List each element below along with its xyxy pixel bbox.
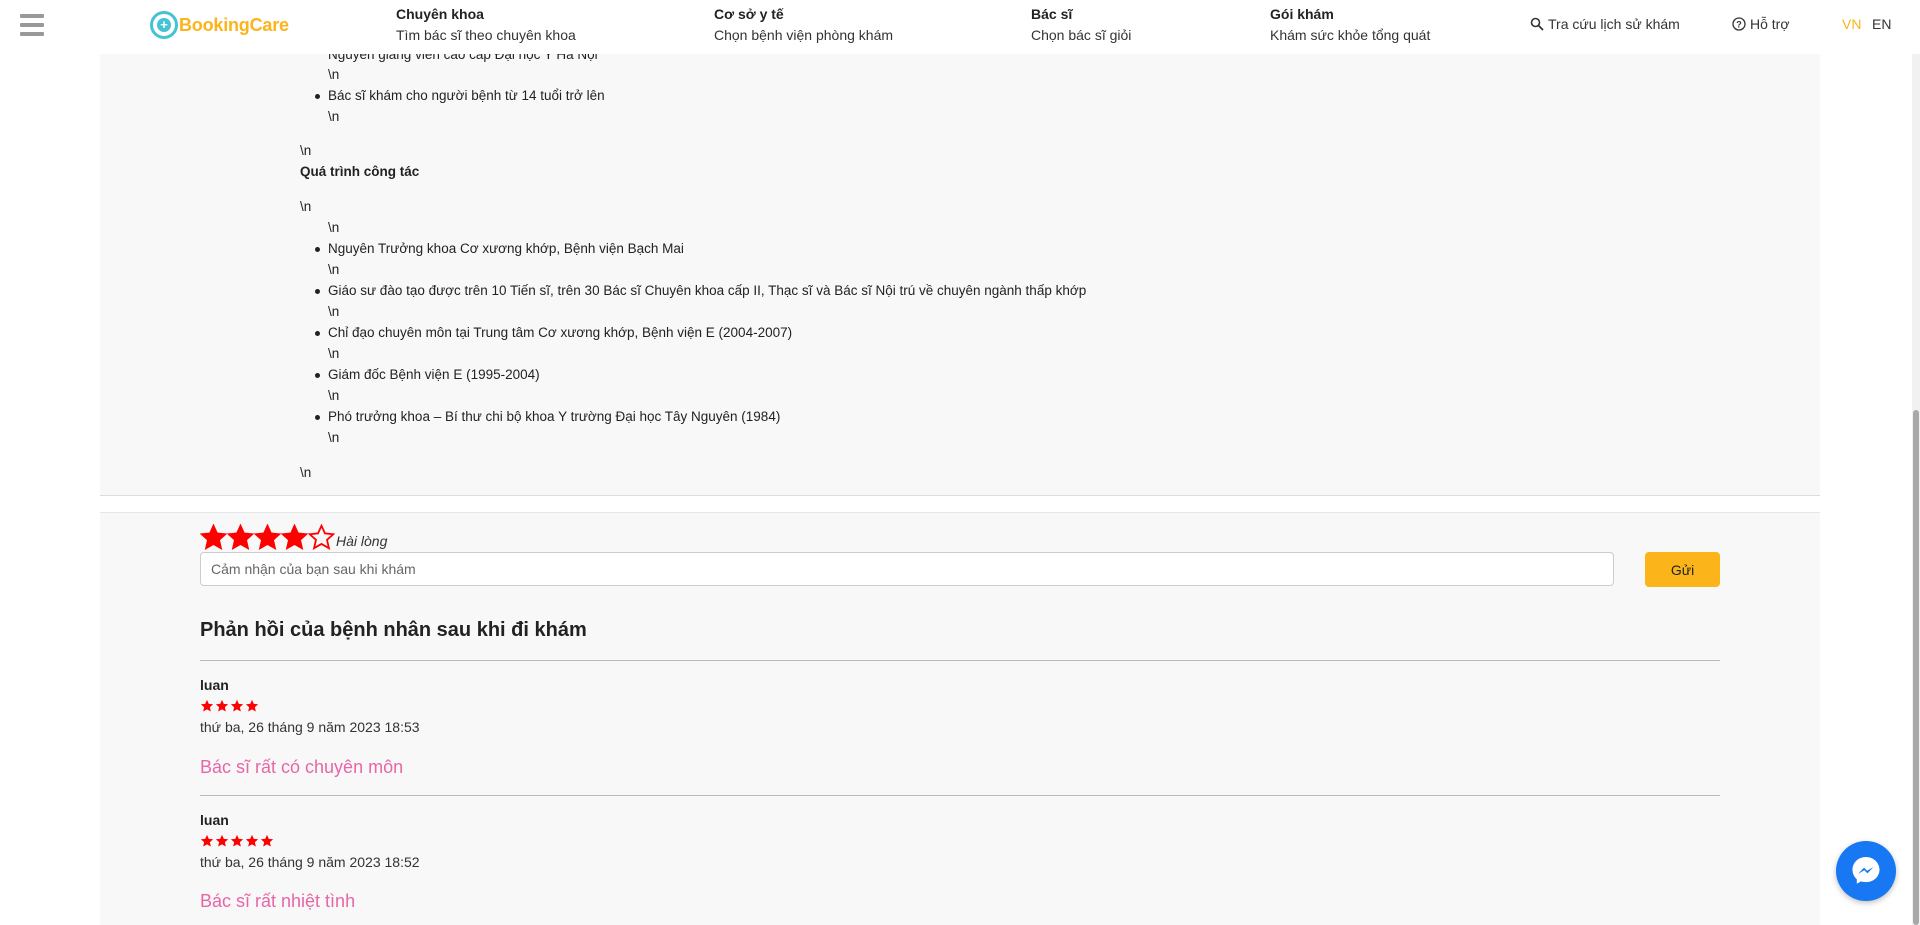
star-filled-icon[interactable] xyxy=(227,524,254,551)
history-link[interactable]: Tra cứu lịch sử khám xyxy=(1530,16,1680,32)
nav-subtitle: Tìm bác sĩ theo chuyên khoa xyxy=(396,27,576,43)
star-icon xyxy=(245,834,259,847)
star-filled-icon[interactable] xyxy=(281,524,308,551)
list-item: Bác sĩ khám cho người bệnh từ 14 tuổi tr… xyxy=(315,88,605,103)
newline-text: \n xyxy=(328,346,340,361)
menu-icon[interactable] xyxy=(20,14,44,36)
history-label: Tra cứu lịch sử khám xyxy=(1548,16,1680,32)
newline-text: \n xyxy=(328,430,340,445)
star-empty-icon[interactable] xyxy=(308,524,335,551)
newline-text: \n xyxy=(328,67,340,82)
nav-subtitle: Khám sức khỏe tổng quát xyxy=(1270,27,1431,43)
rating-label: Hài lòng xyxy=(336,533,388,549)
newline-text: \n xyxy=(328,388,340,403)
star-icon xyxy=(200,699,214,712)
review-stars xyxy=(200,834,275,848)
logo-icon: + xyxy=(150,11,178,39)
review-date: thứ ba, 26 tháng 9 năm 2023 18:52 xyxy=(200,854,420,870)
star-icon xyxy=(230,699,244,712)
section-heading: Quá trình công tác xyxy=(300,164,420,179)
review-comment: Bác sĩ rất nhiệt tình xyxy=(200,891,356,911)
star-filled-icon[interactable] xyxy=(254,524,281,551)
nav-specialty[interactable]: Chuyên khoa Tìm bác sĩ theo chuyên khoa xyxy=(396,5,576,44)
messenger-icon xyxy=(1852,857,1880,884)
nav-subtitle: Chọn bệnh viện phòng khám xyxy=(714,27,894,43)
lang-en[interactable]: EN xyxy=(1872,16,1891,32)
review-comment: Bác sĩ rất có chuyên môn xyxy=(200,757,404,777)
comment-input[interactable] xyxy=(200,552,1614,586)
logo-text: BookingCare xyxy=(179,14,289,35)
send-button[interactable]: Gửi xyxy=(1645,552,1720,587)
scrollbar-thumb[interactable] xyxy=(1913,410,1919,925)
support-link[interactable]: ? Hỗ trợ xyxy=(1732,16,1790,32)
logo[interactable]: + BookingCare xyxy=(150,10,289,40)
star-filled-icon[interactable] xyxy=(200,524,227,551)
messenger-button[interactable] xyxy=(1836,841,1896,901)
newline-text: \n xyxy=(328,109,340,124)
star-icon xyxy=(215,834,229,847)
top-header: + BookingCare Chuyên khoa Tìm bác sĩ the… xyxy=(0,0,1920,54)
nav-title: Bác sĩ xyxy=(1031,6,1073,22)
nav-facility[interactable]: Cơ sở y tế Chọn bệnh viện phòng khám xyxy=(714,5,893,44)
review-author: luan xyxy=(200,677,229,693)
lang-vn[interactable]: VN xyxy=(1842,16,1861,32)
nav-package[interactable]: Gói khám Khám sức khỏe tổng quát xyxy=(1270,5,1430,44)
nav-subtitle: Chọn bác sĩ giỏi xyxy=(1031,27,1132,43)
newline-text: \n xyxy=(300,465,312,480)
nav-title: Cơ sở y tế xyxy=(714,6,784,22)
star-icon xyxy=(230,834,244,847)
newline-text: \n xyxy=(300,199,312,214)
page-scrollbar[interactable] xyxy=(1912,0,1920,925)
rating-stars xyxy=(200,524,335,551)
nav-title: Gói khám xyxy=(1270,6,1334,22)
list-item: Giáo sư đào tạo được trên 10 Tiến sĩ, tr… xyxy=(314,283,1087,298)
support-label: Hỗ trợ xyxy=(1750,16,1790,32)
doctor-description-panel: Nguyên giảng viên cao cấp Đại học Y Hà N… xyxy=(100,0,1820,496)
search-history-icon xyxy=(1530,17,1544,31)
feedback-title: Phản hồi của bệnh nhân sau khi đi khám xyxy=(200,619,587,641)
star-icon xyxy=(245,699,259,712)
newline-text: \n xyxy=(328,220,340,235)
list-item: Nguyên Trưởng khoa Cơ xương khớp, Bệnh v… xyxy=(315,241,684,256)
star-icon xyxy=(215,699,229,712)
list-item: Phó trưởng khoa – Bí thư chi bộ khoa Y t… xyxy=(314,409,781,424)
nav-title: Chuyên khoa xyxy=(396,6,484,22)
newline-text: \n xyxy=(328,304,340,319)
newline-text: \n xyxy=(328,262,340,277)
review-author: luan xyxy=(200,812,229,828)
list-item: Giám đốc Bệnh viện E (1995-2004) xyxy=(315,367,540,382)
review-divider xyxy=(200,795,1720,796)
review-date: thứ ba, 26 tháng 9 năm 2023 18:53 xyxy=(200,719,420,735)
star-icon xyxy=(260,834,274,847)
list-item: Chỉ đạo chuyên môn tại Trung tâm Cơ xươn… xyxy=(314,325,793,340)
help-icon: ? xyxy=(1732,17,1746,31)
nav-doctor[interactable]: Bác sĩ Chọn bác sĩ giỏi xyxy=(1031,5,1131,44)
feedback-divider xyxy=(200,660,1720,661)
svg-text:?: ? xyxy=(1736,20,1742,30)
star-icon xyxy=(200,834,214,847)
review-stars xyxy=(200,699,260,713)
newline-text: \n xyxy=(300,143,312,158)
